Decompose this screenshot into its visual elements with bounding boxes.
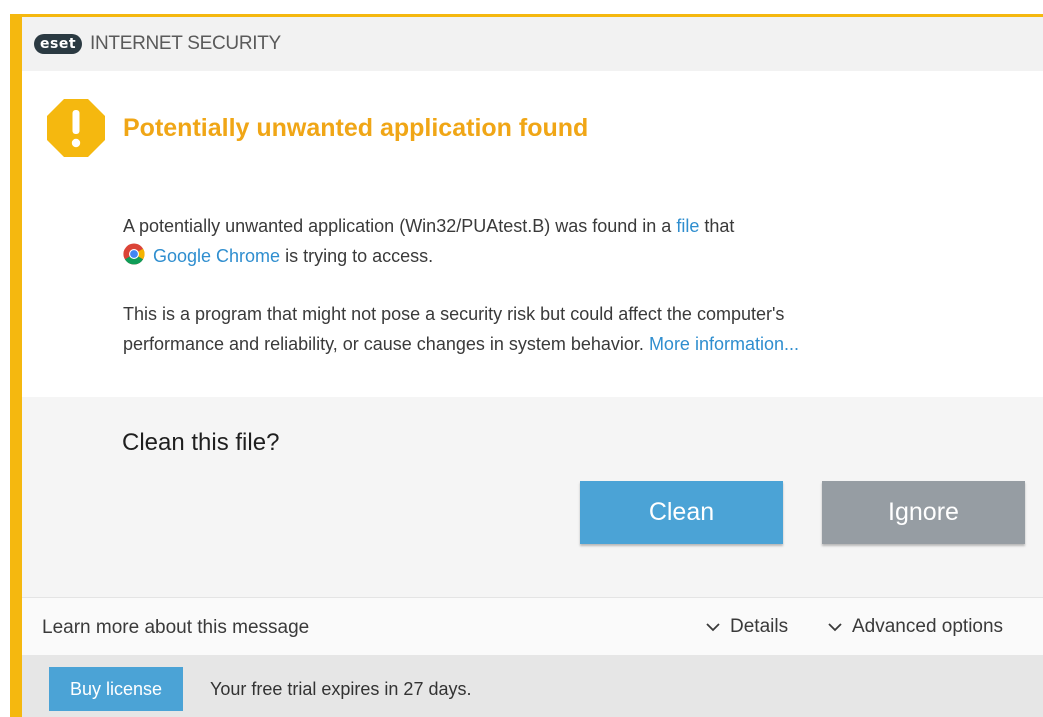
description-line2: performance and reliability, or cause ch…: [123, 329, 799, 359]
accent-stripe-left: [0, 0, 22, 717]
clean-question: Clean this file?: [122, 429, 280, 456]
message-text-1: A potentially unwanted application (Win3…: [123, 216, 677, 236]
alert-title: Potentially unwanted application found: [123, 114, 589, 142]
license-bar: Buy license Your free trial expires in 2…: [22, 655, 1043, 717]
details-toggle[interactable]: Details: [705, 616, 788, 638]
google-chrome-icon: [123, 243, 145, 265]
more-information-link[interactable]: More information...: [649, 334, 799, 354]
chevron-down-icon: [706, 623, 720, 632]
description-text: performance and reliability, or cause ch…: [123, 334, 649, 354]
alert-message-line1: A potentially unwanted application (Win3…: [123, 211, 734, 241]
alert-message-line2: Google Chrome is trying to access.: [123, 241, 734, 271]
alert-description: This is a program that might not pose a …: [123, 299, 799, 359]
eset-alert-window: eset INTERNET SECURITY Potentially unwan…: [0, 0, 1043, 717]
alert-message: A potentially unwanted application (Win3…: [123, 211, 734, 271]
advanced-options-label: Advanced options: [852, 616, 1004, 637]
trial-expiry-text: Your free trial expires in 27 days.: [210, 679, 472, 699]
google-chrome-link[interactable]: Google Chrome: [153, 246, 280, 266]
product-name: INTERNET SECURITY: [90, 33, 281, 54]
description-line1: This is a program that might not pose a …: [123, 304, 785, 324]
warning-octagon-icon: [47, 99, 105, 157]
message-text-3: is trying to access.: [280, 246, 434, 266]
eset-logo-badge: eset: [34, 34, 83, 54]
learn-more-link[interactable]: Learn more about this message: [42, 617, 309, 639]
action-prompt: Clean this file? Clean Ignore: [22, 397, 1043, 597]
advanced-options-toggle[interactable]: Advanced options: [827, 616, 1003, 638]
buy-license-button[interactable]: Buy license: [49, 667, 183, 711]
message-text-2: that: [699, 216, 735, 236]
alert-content: Potentially unwanted application found A…: [22, 71, 1043, 397]
details-label: Details: [730, 616, 789, 637]
eset-logo: eset INTERNET SECURITY: [34, 33, 281, 55]
ignore-button[interactable]: Ignore: [822, 481, 1025, 544]
title-bar: eset INTERNET SECURITY: [22, 17, 1043, 71]
footer-bar: Learn more about this message Details Ad…: [22, 597, 1043, 655]
file-link[interactable]: file: [676, 216, 699, 236]
clean-button[interactable]: Clean: [580, 481, 783, 544]
chevron-down-icon: [828, 623, 842, 632]
